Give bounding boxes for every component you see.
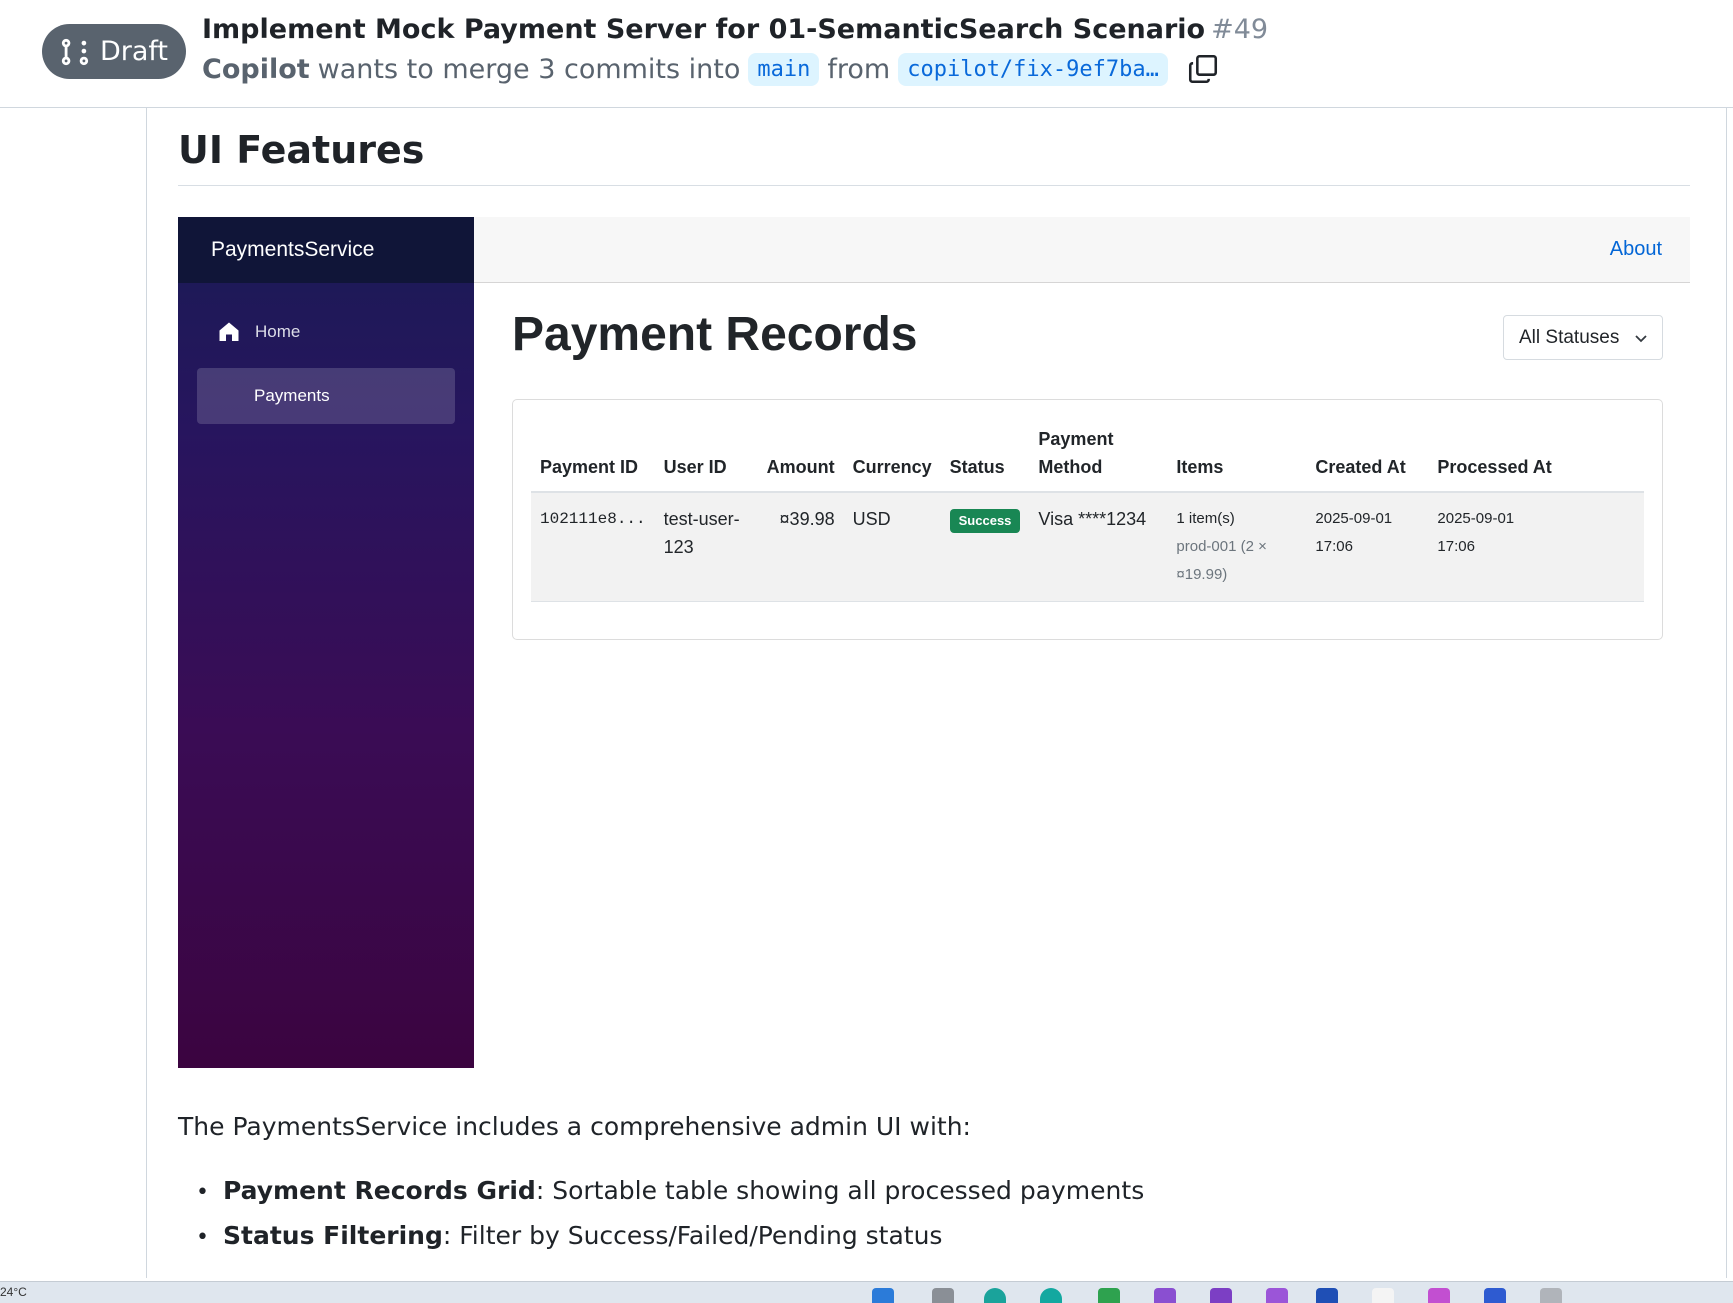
pr-number: #49 [1211,14,1269,45]
column-header-items[interactable]: Items [1167,425,1307,493]
pr-title: Implement Mock Payment Server for 01-Sem… [202,14,1206,45]
visual-studio-icon[interactable] [1266,1288,1288,1303]
content-border-right [1726,108,1727,1278]
search-icon[interactable] [932,1288,954,1303]
app-sidebar: PaymentsService Home Payments [178,217,474,1068]
sidebar-item-payments[interactable]: Payments [197,368,455,424]
section-heading: UI Features [178,128,425,172]
column-header-processed-at[interactable]: Processed At [1428,425,1644,493]
sidebar-item-label: Home [255,322,301,341]
pr-title-line: Implement Mock Payment Server for 01-Sem… [202,14,1268,45]
status-badge: Success [949,509,1021,533]
windows-start-icon[interactable] [872,1288,894,1303]
sidebar-item-label: Payments [254,386,330,405]
content-border-left [146,108,147,1278]
list-item: • Payment Records Grid: Sortable table s… [178,1176,1144,1221]
about-link[interactable]: About [1610,238,1662,261]
sidebar-item-home[interactable]: Home [197,307,455,357]
cell-amount: ¤39.98 [757,492,844,602]
app-icon[interactable] [1316,1288,1338,1303]
cell-created-at: 2025-09-01 17:06 [1306,492,1429,602]
cell-date: 2025-09-01 [1315,510,1393,527]
header-line: Payment [1038,429,1114,449]
app-icon[interactable] [1484,1288,1506,1303]
app-icon[interactable] [1540,1288,1562,1303]
home-icon [219,322,239,341]
merge-text: wants to merge 3 commits into [317,53,741,85]
description-intro: The PaymentsService includes a comprehen… [178,1112,971,1141]
cell-line: test-user- [663,509,740,529]
teams-icon[interactable] [1040,1288,1062,1303]
bullet: • [196,1225,209,1250]
header-line: Method [1038,457,1103,477]
cell-line: 123 [663,537,694,557]
visual-studio-icon[interactable] [1210,1288,1232,1303]
status-filter-value: All Statuses [1519,326,1620,348]
cell-date: 2025-09-01 [1437,510,1515,527]
table-header-row: Payment ID User ID Amount Currency Statu… [531,425,1644,493]
feature-text: : Filter by Success/Failed/Pending statu… [442,1221,943,1250]
column-header-currency[interactable]: Currency [843,425,941,493]
app-icon[interactable] [1428,1288,1450,1303]
cell-status: Success [940,492,1030,602]
pr-author-link[interactable]: Copilot [202,54,310,85]
items-count: 1 item(s) [1176,510,1235,527]
column-header-payment-id[interactable]: Payment ID [531,425,655,493]
cell-items: 1 item(s) prod-001 (2 × ¤19.99) [1167,492,1307,602]
pr-header: Draft Implement Mock Payment Server for … [0,0,1733,108]
pr-merge-info: Copilot wants to merge 3 commits into ma… [202,52,1220,86]
head-branch[interactable]: copilot/fix-9ef7ba… [898,52,1168,86]
feature-text: : Sortable table showing all processed p… [535,1176,1145,1205]
payment-records-table: Payment ID User ID Amount Currency Statu… [531,425,1644,602]
app-brand[interactable]: PaymentsService [178,217,474,283]
column-header-user-id[interactable]: User ID [654,425,758,493]
column-header-payment-method[interactable]: Payment Method [1029,425,1168,493]
page-title: Payment Records [512,308,918,361]
taskbar: 24°C [0,1281,1733,1303]
cell-processed-at: 2025-09-01 17:06 [1428,492,1644,602]
feature-title: Status Filtering [223,1221,443,1250]
edge-browser-icon[interactable] [984,1288,1006,1303]
cell-payment-method: Visa ****1234 [1029,492,1168,602]
list-item: • Status Filtering: Filter by Success/Fa… [178,1221,1144,1266]
items-detail: ¤19.99) [1176,566,1228,583]
items-detail: prod-001 (2 × [1176,538,1267,555]
cell-payment-id: 102111e8... [531,492,655,602]
app-screenshot: PaymentsService Home Payments About Paym… [178,217,1690,1068]
payment-records-card: Payment ID User ID Amount Currency Statu… [512,399,1663,640]
column-header-status[interactable]: Status [940,425,1030,493]
column-header-created-at[interactable]: Created At [1306,425,1429,493]
draft-badge: Draft [42,24,186,79]
git-pull-request-draft-icon [61,38,89,65]
base-branch[interactable]: main [748,52,820,86]
heading-divider [178,185,1690,186]
app-icon[interactable] [1372,1288,1394,1303]
feature-title: Payment Records Grid [223,1176,536,1205]
app-icon[interactable] [1098,1288,1120,1303]
cell-currency: USD [843,492,941,602]
draft-label: Draft [99,36,169,67]
app-topbar: About [474,217,1690,283]
visual-studio-icon[interactable] [1154,1288,1176,1303]
copy-icon[interactable] [1186,52,1220,86]
status-filter-select[interactable]: All Statuses [1503,315,1663,360]
cell-time: 17:06 [1437,538,1475,555]
bullet: • [196,1180,209,1205]
table-row[interactable]: 102111e8... test-user- 123 ¤39.98 USD Su… [531,492,1644,602]
column-header-amount[interactable]: Amount [757,425,844,493]
feature-list: • Payment Records Grid: Sortable table s… [178,1176,1144,1266]
from-text: from [827,53,891,85]
cell-time: 17:06 [1315,538,1353,555]
chevron-down-icon [1635,334,1647,342]
cell-user-id: test-user- 123 [654,492,758,602]
weather-widget[interactable]: 24°C [0,1285,27,1299]
